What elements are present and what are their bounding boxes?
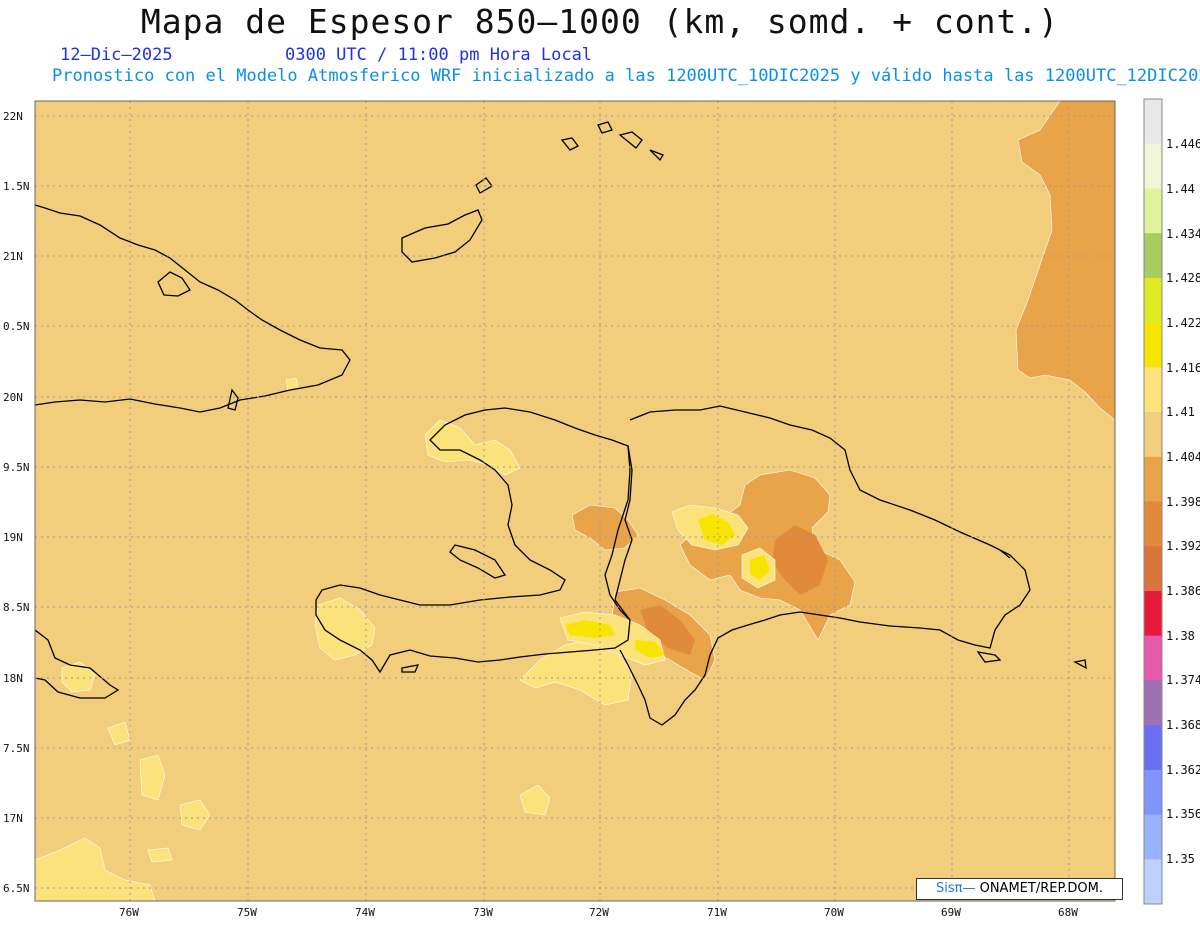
colorbar-label: 1.38	[1166, 629, 1195, 643]
lon-tick-label: 75W	[237, 906, 257, 919]
colorbar-label: 1.434	[1166, 227, 1200, 241]
lat-tick-label: 20N	[3, 391, 23, 404]
colorbar-swatch	[1144, 859, 1162, 905]
colorbar-swatch	[1144, 143, 1162, 189]
colorbar-swatch	[1144, 277, 1162, 324]
lon-tick-label: 73W	[473, 906, 493, 919]
colorbar-label: 1.44	[1166, 182, 1195, 196]
colorbar-swatch	[1144, 590, 1162, 637]
colorbar-label: 1.398	[1166, 495, 1200, 509]
lon-tick-label: 71W	[707, 906, 727, 919]
colorbar-swatch	[1144, 322, 1162, 368]
thickness-map: 22N 1.5N 21N 0.5N 20N 9.5N 19N 8.5N 18N …	[3, 98, 1200, 919]
lat-tick-label: 1.5N	[3, 180, 30, 193]
credit-org: ONAMET/REP.DOM.	[975, 881, 1103, 896]
colorbar-swatch	[1144, 546, 1162, 592]
lat-tick-label: 9.5N	[3, 461, 30, 474]
colorbar-swatch	[1144, 367, 1162, 413]
lat-tick-label: 7.5N	[3, 742, 30, 755]
colorbar-label: 1.41	[1166, 405, 1195, 419]
colorbar-swatch	[1144, 814, 1162, 860]
colorbar-label: 1.416	[1166, 361, 1200, 375]
colorbar-label: 1.446	[1166, 137, 1200, 151]
colorbar-swatch	[1144, 456, 1162, 502]
colorbar-label: 1.392	[1166, 539, 1200, 553]
colorbar-label: 1.428	[1166, 271, 1200, 285]
colorbar-labels: 1.446 1.44 1.434 1.428 1.422 1.416 1.41 …	[1166, 137, 1200, 866]
lon-tick-label: 68W	[1058, 906, 1078, 919]
lat-tick-label: 17N	[3, 812, 23, 825]
contour-patch-4	[147, 847, 173, 863]
colorbar-swatch	[1144, 635, 1162, 681]
lat-tick-label: 19N	[3, 531, 23, 544]
colorbar-swatch	[1144, 99, 1162, 145]
lat-tick-label: 21N	[3, 250, 23, 263]
lon-tick-label: 72W	[589, 906, 609, 919]
lat-tick-label: 18N	[3, 672, 23, 685]
colorbar-label: 1.386	[1166, 584, 1200, 598]
credit-box: Sisπ— ONAMET/REP.DOM.	[916, 878, 1123, 900]
lat-tick-label: 22N	[3, 110, 23, 123]
colorbar-label: 1.422	[1166, 316, 1200, 330]
colorbar-label: 1.356	[1166, 807, 1200, 821]
lon-axis: 76W 75W 74W 73W 72W 71W 70W 69W 68W	[119, 906, 1078, 919]
colorbar-swatch	[1144, 412, 1162, 458]
colorbar-swatch	[1144, 725, 1162, 771]
lon-tick-label: 69W	[941, 906, 961, 919]
lat-tick-label: 6.5N	[3, 882, 30, 895]
colorbar	[1143, 98, 1163, 905]
colorbar-label: 1.404	[1166, 450, 1200, 464]
colorbar-swatch	[1144, 233, 1162, 279]
lat-tick-label: 0.5N	[3, 320, 30, 333]
colorbar-label: 1.374	[1166, 673, 1200, 687]
map-background	[35, 101, 1115, 901]
contour-patch-6	[285, 377, 299, 391]
lat-tick-label: 8.5N	[3, 601, 30, 614]
lat-axis: 22N 1.5N 21N 0.5N 20N 9.5N 19N 8.5N 18N …	[3, 110, 30, 895]
lon-tick-label: 76W	[119, 906, 139, 919]
colorbar-swatch	[1144, 769, 1162, 816]
colorbar-label: 1.35	[1166, 852, 1195, 866]
credit-brand: Sisπ—	[936, 881, 976, 896]
colorbar-swatch	[1144, 501, 1162, 547]
colorbar-swatch	[1144, 188, 1162, 234]
lon-tick-label: 70W	[824, 906, 844, 919]
lon-tick-label: 74W	[355, 906, 375, 919]
colorbar-label: 1.368	[1166, 718, 1200, 732]
colorbar-swatch	[1144, 680, 1162, 726]
colorbar-label: 1.362	[1166, 763, 1200, 777]
